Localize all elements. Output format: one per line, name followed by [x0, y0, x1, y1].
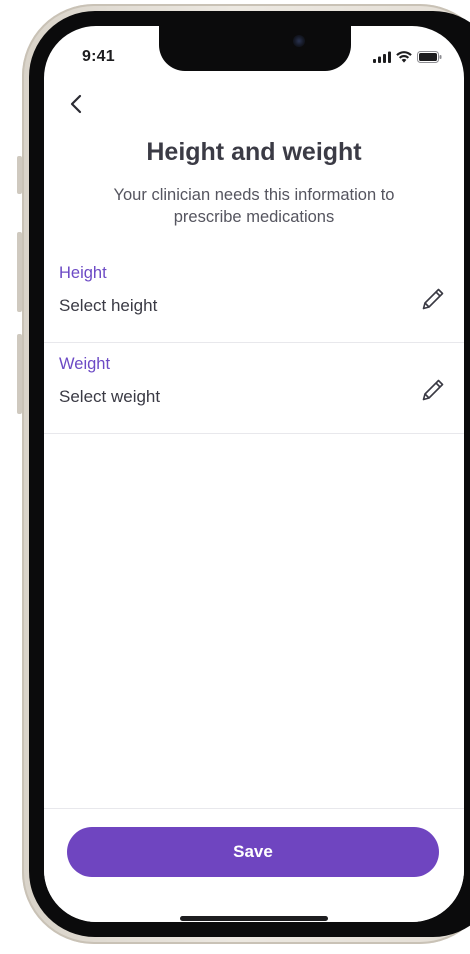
- back-button[interactable]: [64, 90, 88, 118]
- height-label: Height: [59, 264, 107, 282]
- save-button[interactable]: Save: [67, 827, 439, 877]
- status-time: 9:41: [82, 48, 115, 65]
- weight-label: Weight: [59, 355, 111, 373]
- notch: [159, 26, 351, 71]
- height-field[interactable]: Height Select height: [44, 252, 464, 343]
- pencil-icon[interactable]: [420, 286, 446, 312]
- device-mockup: 9:41 Height and weight Your clinician ne…: [0, 0, 470, 954]
- weight-value: Select weight: [59, 387, 161, 406]
- wifi-icon: [396, 51, 412, 63]
- chevron-left-icon: [70, 94, 82, 114]
- status-icons: [373, 51, 442, 63]
- app-screen: 9:41 Height and weight Your clinician ne…: [44, 26, 464, 922]
- height-value: Select height: [59, 296, 158, 315]
- pencil-icon[interactable]: [420, 377, 446, 403]
- page-title: Height and weight: [146, 138, 362, 166]
- home-indicator[interactable]: [180, 916, 328, 921]
- page-subtitle: Your clinician needs this information to…: [113, 186, 395, 226]
- front-camera: [293, 35, 305, 47]
- cellular-signal-icon: [373, 51, 391, 63]
- battery-icon: [417, 51, 442, 63]
- weight-field[interactable]: Weight Select weight: [44, 343, 464, 434]
- bottom-bar: Save: [44, 808, 464, 922]
